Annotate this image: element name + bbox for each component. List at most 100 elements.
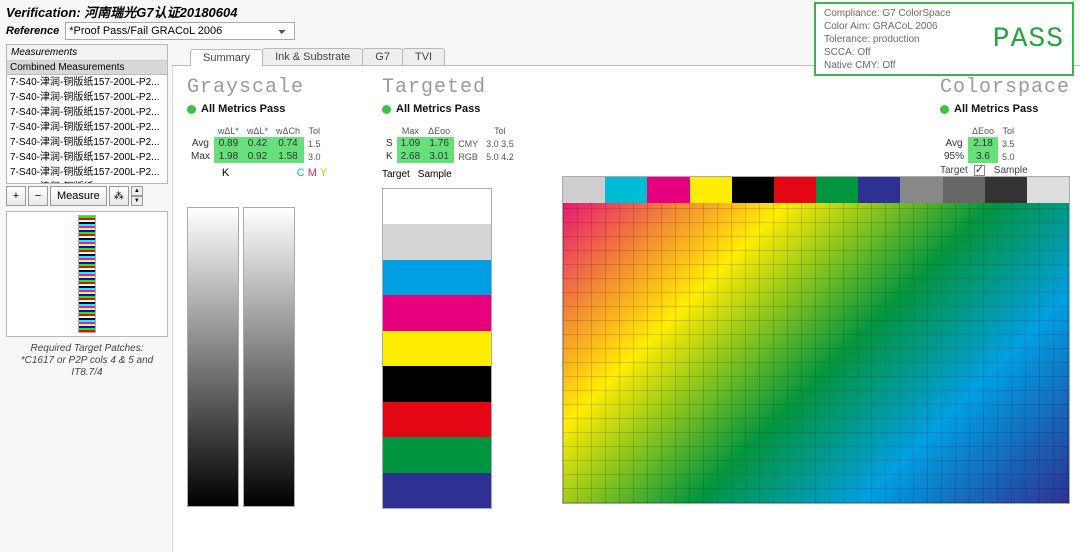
row-label: CMY xyxy=(454,137,482,150)
list-item[interactable]: 7-S40-津润-铜版纸157-200L-P2... xyxy=(7,180,167,183)
targeted-labels: Target Sample xyxy=(382,169,542,180)
chevron-up-icon[interactable]: ▲ xyxy=(131,186,143,196)
col-header: Tol xyxy=(998,125,1019,137)
required-patches-title: Required Target Patches: xyxy=(6,343,168,355)
col-header: Tol xyxy=(482,125,518,137)
dice-icon[interactable]: ⁂ xyxy=(109,186,129,206)
colorspace-status: All Metrics Pass xyxy=(940,103,1070,115)
colorspace-metrics: ΔEoo Tol Avg 2.18 3.5 95% xyxy=(940,125,1019,163)
col-header: Max xyxy=(397,125,424,137)
grayscale-metrics: wΔL* wΔL* wΔCh Tol Avg 0.89 0.42 0.74 1.… xyxy=(187,125,325,163)
target-thumbnail xyxy=(78,215,96,333)
summary-content: Grayscale All Metrics Pass wΔL* wΔL* wΔC… xyxy=(172,66,1080,552)
swatch-lightgray xyxy=(383,224,491,259)
status-text: All Metrics Pass xyxy=(396,103,480,115)
compliance-text: Compliance: G7 ColorSpace Color Aim: GRA… xyxy=(824,7,951,72)
swatch-magenta xyxy=(383,295,491,330)
required-patches: Required Target Patches: *C1617 or P2P c… xyxy=(6,343,168,379)
status-dot-icon xyxy=(382,105,391,114)
compliance-line: Color Aim: GRACoL 2006 xyxy=(824,20,951,33)
list-item[interactable]: 7-S40-津润-铜版纸157-200L-P2... xyxy=(7,90,167,105)
row-label: 95% xyxy=(940,150,968,163)
swatch-green xyxy=(383,437,491,472)
k-label: K xyxy=(222,167,229,179)
list-item[interactable]: 7-S40-津润-铜版纸157-200L-P2... xyxy=(7,105,167,120)
swatch-red xyxy=(383,402,491,437)
targeted-title: Targeted xyxy=(382,76,542,99)
sample-label: Sample xyxy=(994,165,1028,176)
chevron-down-icon[interactable]: ▼ xyxy=(131,196,143,206)
tab-g7[interactable]: G7 xyxy=(362,48,403,65)
targeted-swatches xyxy=(382,188,492,509)
metric-cell: 3.6 xyxy=(968,150,998,163)
grayscale-panel: Grayscale All Metrics Pass wΔL* wΔL* wΔC… xyxy=(187,76,362,552)
status-text: All Metrics Pass xyxy=(201,103,285,115)
verification-label: Verification: xyxy=(6,5,81,20)
reference-select[interactable]: *Proof Pass/Fail GRACoL 2006 xyxy=(65,22,295,40)
metric-cell: 5.0 4.2 xyxy=(482,150,518,163)
compliance-line: Native CMY: Off xyxy=(824,59,951,72)
tab-ink-substrate[interactable]: Ink & Substrate xyxy=(262,48,363,65)
metric-cell: 3.5 xyxy=(998,137,1019,150)
metric-cell: 5.0 xyxy=(998,150,1019,163)
swatch-yellow xyxy=(383,331,491,366)
swatch-white xyxy=(383,189,491,224)
remove-button[interactable]: − xyxy=(28,186,48,206)
left-sidebar: Measurements Combined Measurements 7-S40… xyxy=(0,44,172,552)
sample-label: Sample xyxy=(418,169,452,180)
swatch-cyan xyxy=(383,260,491,295)
list-item[interactable]: 7-S40-津润-铜版纸157-200L-P2... xyxy=(7,75,167,90)
cmy-label: C M Y xyxy=(297,167,327,179)
list-item[interactable]: 7-S40-津润-铜版纸157-200L-P2... xyxy=(7,165,167,180)
metric-cell: 1.58 xyxy=(272,150,304,163)
measurements-list[interactable]: 7-S40-津润-铜版纸157-200L-P2... 7-S40-津润-铜版纸1… xyxy=(7,75,167,183)
metric-cell: 3.0 xyxy=(304,150,325,163)
colorspace-strip xyxy=(563,177,1069,203)
colorspace-title: Colorspace xyxy=(940,76,1070,99)
list-item[interactable]: 7-S40-津润-铜版纸157-200L-P2... xyxy=(7,135,167,150)
measurements-controls: + − Measure ⁂ ▲ ▼ xyxy=(6,186,168,206)
col-header: wΔL* xyxy=(243,125,272,137)
main-area: Measurements Combined Measurements 7-S40… xyxy=(0,44,1080,552)
list-item[interactable]: 7-S40-津润-铜版纸157-200L-P2... xyxy=(7,150,167,165)
swatch-blue xyxy=(383,473,491,508)
colorspace-labels: Target Sample xyxy=(940,165,1070,176)
required-patches-body: *C1617 or P2P cols 4 & 5 and IT8.7/4 xyxy=(6,355,168,379)
gradient-k xyxy=(187,207,239,507)
content-column: Summary Ink & Substrate G7 TVI Grayscale… xyxy=(172,44,1080,552)
status-text: All Metrics Pass xyxy=(954,103,1038,115)
col-header: ΔEoo xyxy=(968,125,998,137)
sample-checkbox[interactable] xyxy=(974,165,985,176)
colorspace-panel: Colorspace All Metrics Pass ΔEoo Tol xyxy=(562,76,1070,552)
status-dot-icon xyxy=(940,105,949,114)
metric-cell: 1.09 xyxy=(397,137,424,150)
metric-cell: 1.98 xyxy=(214,150,243,163)
measure-button[interactable]: Measure xyxy=(50,186,107,206)
metric-cell: 3.01 xyxy=(424,150,454,163)
targeted-status: All Metrics Pass xyxy=(382,103,542,115)
targeted-metrics: Max ΔEoo Tol S 1.09 1.76 CMY 3.0 3.5 xyxy=(382,125,518,163)
grayscale-gradients xyxy=(187,207,362,507)
status-dot-icon xyxy=(187,105,196,114)
row-label: S xyxy=(382,137,397,150)
compliance-panel: Compliance: G7 ColorSpace Color Aim: GRA… xyxy=(814,2,1074,76)
measurements-heading: Combined Measurements xyxy=(7,61,167,75)
row-label: RGB xyxy=(454,150,482,163)
metric-cell: 1.5 xyxy=(304,137,325,150)
tab-tvi[interactable]: TVI xyxy=(402,48,445,65)
col-header: Tol xyxy=(304,125,325,137)
metric-cell: 0.89 xyxy=(214,137,243,150)
measurements-title: Measurements xyxy=(7,45,167,61)
row-label: Avg xyxy=(187,137,214,150)
grayscale-status: All Metrics Pass xyxy=(187,103,362,115)
targeted-panel: Targeted All Metrics Pass Max ΔEoo Tol xyxy=(382,76,542,552)
add-button[interactable]: + xyxy=(6,186,26,206)
count-stepper[interactable]: ▲ ▼ xyxy=(131,186,143,206)
tab-summary[interactable]: Summary xyxy=(190,49,263,66)
col-header: wΔL* xyxy=(214,125,243,137)
list-item[interactable]: 7-S40-津润-铜版纸157-200L-P2... xyxy=(7,120,167,135)
compliance-line: SCCA: Off xyxy=(824,46,951,59)
target-thumbnail-panel xyxy=(6,211,168,337)
metric-cell: 2.68 xyxy=(397,150,424,163)
compliance-result: PASS xyxy=(993,24,1064,55)
